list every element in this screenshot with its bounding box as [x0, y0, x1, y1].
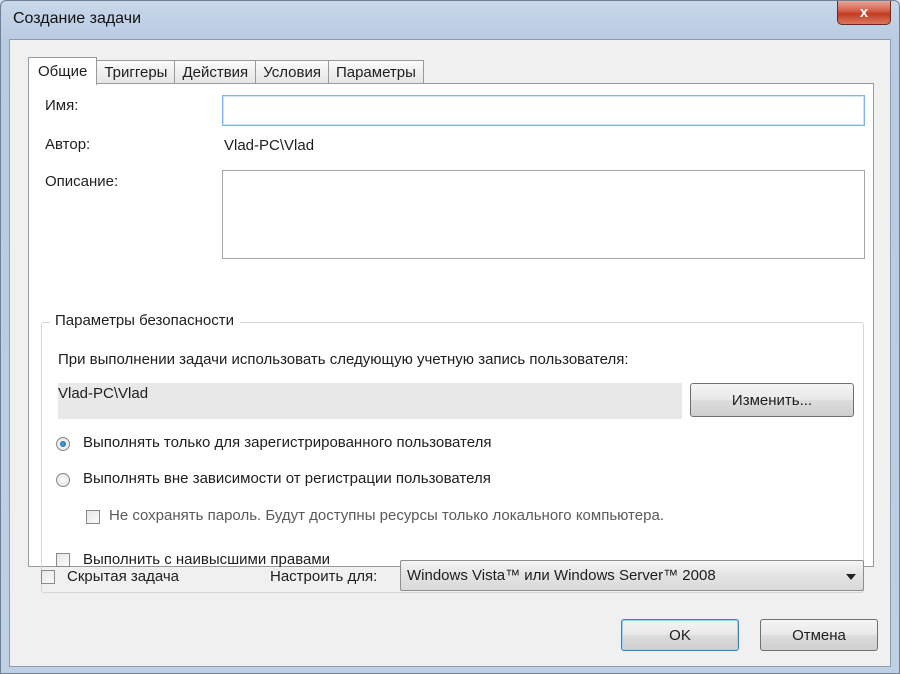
configure-for-value: Windows Vista™ или Windows Server™ 2008 [407, 567, 716, 584]
radio-run-logged-on[interactable] [56, 437, 70, 451]
tab-conditions[interactable]: Условия [255, 60, 329, 84]
tab-general[interactable]: Общие [28, 57, 98, 85]
no-password-label[interactable]: Не сохранять пароль. Будут доступны ресу… [109, 507, 664, 524]
name-field[interactable] [222, 95, 865, 126]
dialog-window: Создание задачи x Общие Триггеры Действи… [0, 0, 900, 674]
close-button[interactable]: x [837, 1, 891, 25]
no-password-checkbox[interactable] [86, 510, 100, 524]
configure-for-label: Настроить для: [270, 568, 378, 585]
account-prompt: При выполнении задачи использовать следу… [58, 351, 629, 368]
description-label: Описание: [45, 173, 119, 190]
change-user-button[interactable]: Изменить... [690, 383, 854, 417]
author-value: Vlad-PC\Vlad [224, 137, 315, 154]
account-display: Vlad-PC\Vlad [58, 383, 682, 419]
hidden-task-checkbox[interactable] [41, 570, 55, 584]
description-field[interactable] [222, 170, 865, 259]
dialog-client-area: Общие Триггеры Действия Условия Параметр… [9, 39, 891, 667]
security-group-title: Параметры безопасности [50, 312, 240, 329]
highest-privileges-label[interactable]: Выполнить с наивысшими правами [83, 551, 330, 568]
security-options-group: Параметры безопасности При выполнении за… [41, 312, 864, 593]
hidden-task-label[interactable]: Скрытая задача [67, 568, 179, 585]
ok-button[interactable]: OK [621, 619, 739, 651]
close-icon: x [859, 4, 869, 21]
name-label: Имя: [45, 97, 79, 114]
radio-run-regardless[interactable] [56, 473, 70, 487]
tab-triggers[interactable]: Триггеры [96, 60, 176, 84]
account-value: Vlad-PC\Vlad [58, 385, 149, 402]
chevron-down-icon [846, 574, 856, 580]
tab-actions[interactable]: Действия [174, 60, 257, 84]
tab-strip: Общие Триггеры Действия Условия Параметр… [28, 57, 424, 85]
cancel-button[interactable]: Отмена [760, 619, 878, 651]
configure-for-select[interactable]: Windows Vista™ или Windows Server™ 2008 [400, 560, 864, 591]
general-tab-panel: Имя: Автор: Vlad-PC\Vlad Описание: Парам… [28, 83, 874, 593]
tab-settings[interactable]: Параметры [327, 60, 424, 84]
radio-run-logged-on-label[interactable]: Выполнять только для зарегистрированного… [83, 434, 491, 451]
radio-run-regardless-label[interactable]: Выполнять вне зависимости от регистрации… [83, 470, 491, 487]
author-label: Автор: [45, 136, 91, 153]
highest-privileges-checkbox[interactable] [56, 553, 70, 567]
window-title: Создание задачи [13, 10, 141, 27]
